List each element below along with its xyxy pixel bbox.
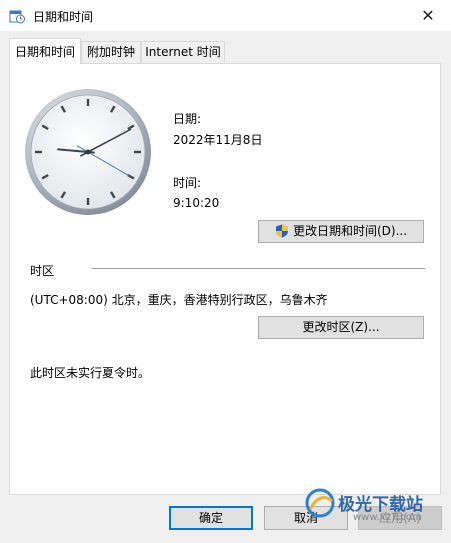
tab-internet-time[interactable]: Internet 时间: [141, 41, 225, 63]
tab-additional-clocks[interactable]: 附加时钟: [81, 41, 141, 63]
close-button[interactable]: ✕: [405, 0, 451, 31]
change-timezone-button[interactable]: 更改时区(Z)...: [258, 316, 424, 339]
tab-label: Internet 时间: [145, 45, 221, 59]
tab-label: 附加时钟: [86, 45, 135, 59]
date-label: 日期:: [173, 112, 202, 126]
ok-label: 确定: [198, 511, 223, 525]
timezone-divider: [92, 268, 425, 269]
tab-date-time[interactable]: 日期和时间: [9, 38, 81, 64]
time-label: 时间:: [173, 176, 202, 190]
timezone-section-label: 时区: [30, 264, 55, 278]
clock-calendar-icon: [9, 10, 25, 24]
analog-clock: [25, 89, 151, 215]
title-bar: 日期和时间 ✕: [0, 0, 451, 31]
dst-note: 此时区未实行夏令时。: [30, 366, 151, 380]
change-timezone-label: 更改时区(Z)...: [302, 320, 380, 334]
window-title: 日期和时间: [33, 10, 94, 24]
watermark-logo: [305, 488, 335, 518]
ok-button[interactable]: 确定: [169, 506, 253, 530]
date-value: 2022年11月8日: [173, 133, 263, 147]
tab-label: 日期和时间: [14, 45, 75, 59]
clock-center-cap: [85, 149, 91, 155]
time-value: 9:10:20: [173, 196, 220, 210]
change-date-time-label: 更改日期和时间(D)...: [292, 224, 408, 238]
watermark-url: www.xz7.com: [353, 512, 422, 523]
uac-shield-icon: [275, 224, 288, 238]
change-date-time-button[interactable]: 更改日期和时间(D)...: [258, 220, 424, 243]
close-icon: ✕: [421, 6, 435, 25]
timezone-value: (UTC+08:00) 北京，重庆，香港特别行政区，乌鲁木齐: [30, 293, 328, 307]
